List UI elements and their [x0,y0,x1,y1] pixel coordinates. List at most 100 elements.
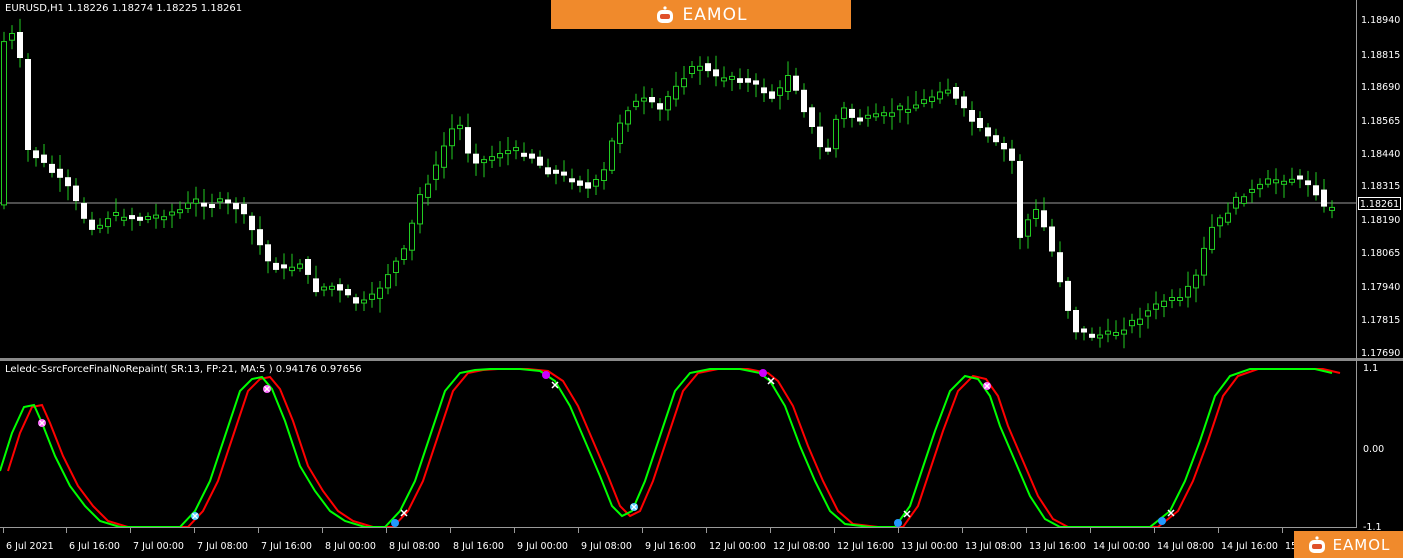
bear-candle [857,117,863,122]
banner-brand-text: EAMOL [682,4,748,25]
bull-candle [489,156,495,161]
bull-candle [785,75,791,92]
bear-candle [257,229,263,246]
bull-candle [161,216,167,221]
bull-candle [633,100,639,108]
bear-candle [569,178,575,183]
bull-candle [1233,196,1239,209]
bull-candle [1185,285,1191,298]
bull-candle [513,147,519,152]
bull-candle [673,85,679,100]
bull-candle [945,89,951,94]
bear-candle [745,78,751,83]
bull-candle [841,107,847,120]
indicator-panel[interactable] [0,361,1356,527]
eamol-corner-badge: EAMOL [1294,531,1403,558]
bull-candle [505,150,511,155]
bull-candle [681,78,687,88]
bull-candle [1161,300,1167,308]
bull-candle [1273,179,1279,184]
time-tick-mark [770,528,771,533]
time-tick-label: 13 Jul 16:00 [1029,541,1086,552]
bear-candle [961,96,967,109]
bull-candle [321,286,327,291]
time-tick-mark [3,528,4,533]
bear-candle [345,289,351,296]
panel-divider[interactable] [0,358,1403,361]
current-price-label: 1.18261 [1358,197,1401,210]
bull-candle [617,122,623,144]
time-tick-mark [66,528,67,533]
bear-candle [465,127,471,154]
bull-candle [777,87,783,96]
bull-candle [913,104,919,109]
price-chart-panel[interactable] [0,0,1356,358]
sell-dot-signal-marker [759,369,767,377]
bull-candle [1193,274,1199,289]
bull-candle [881,112,887,117]
oscillator-chart[interactable] [0,361,1356,527]
bear-candle [1313,185,1319,196]
buy-dot-signal-marker [894,519,902,527]
price-tick-label: 1.17815 [1361,315,1401,326]
bull-candle [601,169,607,182]
bear-candle [1089,333,1095,338]
price-tick-label: 1.17690 [1361,348,1401,359]
bull-candle [433,164,439,180]
time-tick-mark [1154,528,1155,533]
robot-logo-icon [656,5,673,23]
bull-candle [1177,297,1183,301]
fast-line [0,368,1333,527]
price-scale-border [1356,0,1357,527]
bull-candle [1129,319,1135,327]
bull-candle [905,108,911,113]
bull-candle [193,198,199,204]
price-tick-label: 1.18315 [1361,181,1401,192]
bull-candle [369,293,375,300]
bull-candle [401,248,407,261]
bear-candle [1297,175,1303,180]
bull-candle [385,274,391,289]
buy-dot-signal-marker [391,519,399,527]
bear-candle [265,244,271,262]
bear-candle [993,135,999,143]
bull-candle [185,202,191,209]
time-tick-label: 14 Jul 08:00 [1157,541,1214,552]
time-tick-mark [258,528,259,533]
bull-candle [889,112,895,117]
bull-candle [1025,219,1031,237]
bull-candle [409,222,415,251]
price-tick-label: 1.18565 [1361,116,1401,127]
time-tick-label: 8 Jul 16:00 [453,541,504,552]
bull-candle [897,105,903,111]
time-tick-mark [578,528,579,533]
bear-candle [233,202,239,210]
indicator-scale-zero: 0.00 [1363,444,1385,455]
bear-candle [1081,328,1087,333]
bear-candle [1057,252,1063,283]
time-tick-label: 7 Jul 00:00 [133,541,184,552]
time-tick-mark [962,528,963,533]
bull-candle [625,110,631,125]
bull-candle [1257,183,1263,190]
bear-candle [793,75,799,91]
time-tick-label: 8 Jul 00:00 [325,541,376,552]
bull-candle [1241,196,1247,204]
bull-candle [609,140,615,171]
candlestick-chart[interactable] [0,0,1356,358]
bull-candle [937,91,943,100]
bull-candle [1,41,7,206]
price-tick-label: 1.18815 [1361,50,1401,61]
bull-candle [929,96,935,102]
time-tick-label: 8 Jul 08:00 [389,541,440,552]
bear-candle [129,215,135,220]
bear-candle [649,97,655,103]
time-tick-label: 9 Jul 16:00 [645,541,696,552]
bull-candle [9,33,15,41]
bear-candle [537,156,543,166]
bear-candle [753,80,759,85]
bull-candle [865,114,871,119]
bull-candle [449,128,455,147]
bull-candle [1169,297,1175,301]
bull-candle [1209,226,1215,250]
